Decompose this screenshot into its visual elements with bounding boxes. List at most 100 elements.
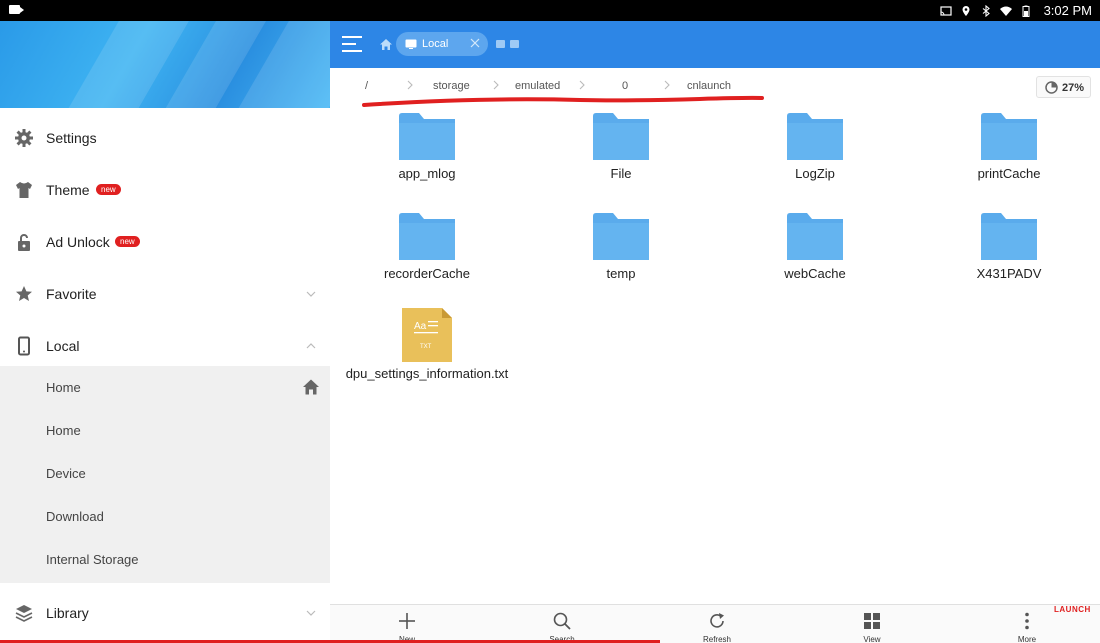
- chevron-right-icon: [493, 80, 499, 90]
- status-time: 3:02 PM: [1043, 3, 1092, 18]
- refresh-icon: [710, 613, 724, 628]
- folder-icon: [593, 213, 649, 260]
- chevron-up-icon[interactable]: [306, 341, 316, 351]
- breadcrumb-root[interactable]: /: [365, 80, 368, 92]
- sidebar-item-label: Theme: [46, 182, 90, 198]
- folder-item[interactable]: File: [524, 104, 718, 204]
- folder-item[interactable]: printCache: [912, 104, 1100, 204]
- file-name: webCache: [784, 266, 846, 281]
- file-name: dpu_settings_information.txt: [345, 366, 509, 381]
- file-item[interactable]: Aa TXT dpu_settings_information.txt: [330, 304, 524, 404]
- bottom-toolbar: New Search Refresh View More: [330, 604, 1100, 643]
- breadcrumb-storage[interactable]: storage: [433, 80, 470, 92]
- tablet-icon: [405, 39, 417, 49]
- more-icon: [1025, 612, 1029, 630]
- local-sub-item-internal-storage[interactable]: Internal Storage: [0, 538, 330, 581]
- txt-icon-label: TXT: [420, 344, 432, 350]
- menu-icon[interactable]: [342, 35, 362, 53]
- layers-icon: [15, 605, 33, 622]
- sub-item-label: Home: [46, 380, 81, 395]
- folder-icon: [787, 113, 843, 160]
- local-sub-item-device[interactable]: Device: [0, 452, 330, 495]
- sidebar-item-ad-unlock[interactable]: Ad Unlock new: [0, 216, 330, 268]
- sidebar-item-settings[interactable]: Settings: [0, 112, 330, 164]
- sub-item-label: Internal Storage: [46, 552, 139, 567]
- folder-item[interactable]: webCache: [718, 204, 912, 304]
- storage-usage-badge[interactable]: 27%: [1036, 76, 1091, 98]
- new-button[interactable]: New: [377, 605, 437, 643]
- sub-item-label: Device: [46, 466, 86, 481]
- tab-local[interactable]: Local: [396, 32, 488, 56]
- folder-icon: [399, 213, 455, 260]
- file-grid: app_mlog File LogZip printCache recorder…: [330, 104, 1100, 604]
- drawer-header-banner: [0, 21, 330, 108]
- phone-icon: [18, 336, 30, 356]
- folder-icon: [593, 113, 649, 160]
- sidebar-item-favorite[interactable]: Favorite: [0, 268, 330, 320]
- wifi-icon: [1000, 6, 1012, 16]
- navigation-drawer: Settings Theme new Ad Unlock new Favorit…: [0, 21, 330, 643]
- breadcrumb-0[interactable]: 0: [622, 80, 628, 92]
- text-file-icon: Aa TXT: [402, 308, 452, 362]
- sidebar-item-library[interactable]: Library: [0, 587, 330, 639]
- shirt-icon: [16, 182, 32, 198]
- folder-item[interactable]: LogZip: [718, 104, 912, 204]
- sub-item-label: Home: [46, 423, 81, 438]
- home-icon[interactable]: [380, 39, 392, 50]
- search-button[interactable]: Search: [532, 605, 592, 643]
- file-name: LogZip: [795, 166, 835, 181]
- chevron-right-icon: [579, 80, 585, 90]
- folder-icon: [981, 213, 1037, 260]
- local-submenu: Home Home Device Download Internal Stora…: [0, 366, 330, 583]
- storage-percent: 27%: [1062, 82, 1085, 94]
- local-sub-item-home-2[interactable]: Home: [0, 409, 330, 452]
- bluetooth-icon: [982, 4, 990, 17]
- button-label: More: [1017, 635, 1037, 643]
- view-button[interactable]: View: [842, 605, 902, 643]
- folder-item[interactable]: X431PADV: [912, 204, 1100, 304]
- local-sub-item-home[interactable]: Home: [0, 366, 330, 409]
- button-label: Refresh: [702, 635, 731, 643]
- breadcrumb-cnlaunch[interactable]: cnlaunch: [687, 80, 731, 92]
- folder-item[interactable]: app_mlog: [330, 104, 524, 204]
- local-sub-item-download[interactable]: Download: [0, 495, 330, 538]
- battery-icon: [1022, 5, 1030, 17]
- star-icon: [16, 286, 32, 301]
- sidebar-item-label: Settings: [46, 130, 97, 146]
- sidebar-item-local[interactable]: Local: [0, 320, 330, 372]
- window-tab-icon[interactable]: [510, 40, 519, 48]
- pie-chart-icon: [1045, 81, 1058, 94]
- chevron-down-icon[interactable]: [306, 289, 316, 299]
- location-icon: [962, 5, 970, 16]
- file-manager-screen: 3:02 PM Settings Theme new Ad Unlock new…: [0, 0, 1100, 643]
- folder-item[interactable]: temp: [524, 204, 718, 304]
- more-button[interactable]: More: [997, 605, 1057, 643]
- toolbar: Local: [330, 21, 1100, 68]
- sub-item-label: Download: [46, 509, 104, 524]
- sidebar-item-label: Favorite: [46, 286, 97, 302]
- file-name: printCache: [977, 166, 1041, 181]
- new-badge: new: [96, 184, 121, 195]
- window-tab-icon[interactable]: [496, 40, 505, 48]
- grid-view-icon: [864, 613, 880, 629]
- launch-watermark: LAUNCH: [1054, 605, 1091, 614]
- folder-item[interactable]: recorderCache: [330, 204, 524, 304]
- folder-icon: [787, 213, 843, 260]
- refresh-button[interactable]: Refresh: [687, 605, 747, 643]
- txt-icon-glyph: Aa: [414, 321, 427, 332]
- close-icon[interactable]: [470, 38, 480, 48]
- sidebar-item-theme[interactable]: Theme new: [0, 164, 330, 216]
- new-badge: new: [115, 236, 140, 247]
- file-name: temp: [606, 266, 636, 281]
- sidebar-item-label: Ad Unlock: [46, 234, 110, 250]
- search-icon: [553, 612, 571, 630]
- breadcrumb-emulated[interactable]: emulated: [515, 80, 560, 92]
- home-icon[interactable]: [302, 378, 320, 396]
- status-bar: 3:02 PM: [0, 0, 1100, 21]
- screen-record-icon: [9, 5, 24, 14]
- status-icons: [940, 3, 1032, 18]
- sidebar-item-label: Library: [46, 605, 89, 621]
- file-name: File: [610, 166, 632, 181]
- chevron-down-icon[interactable]: [306, 608, 316, 618]
- gear-icon: [15, 129, 33, 147]
